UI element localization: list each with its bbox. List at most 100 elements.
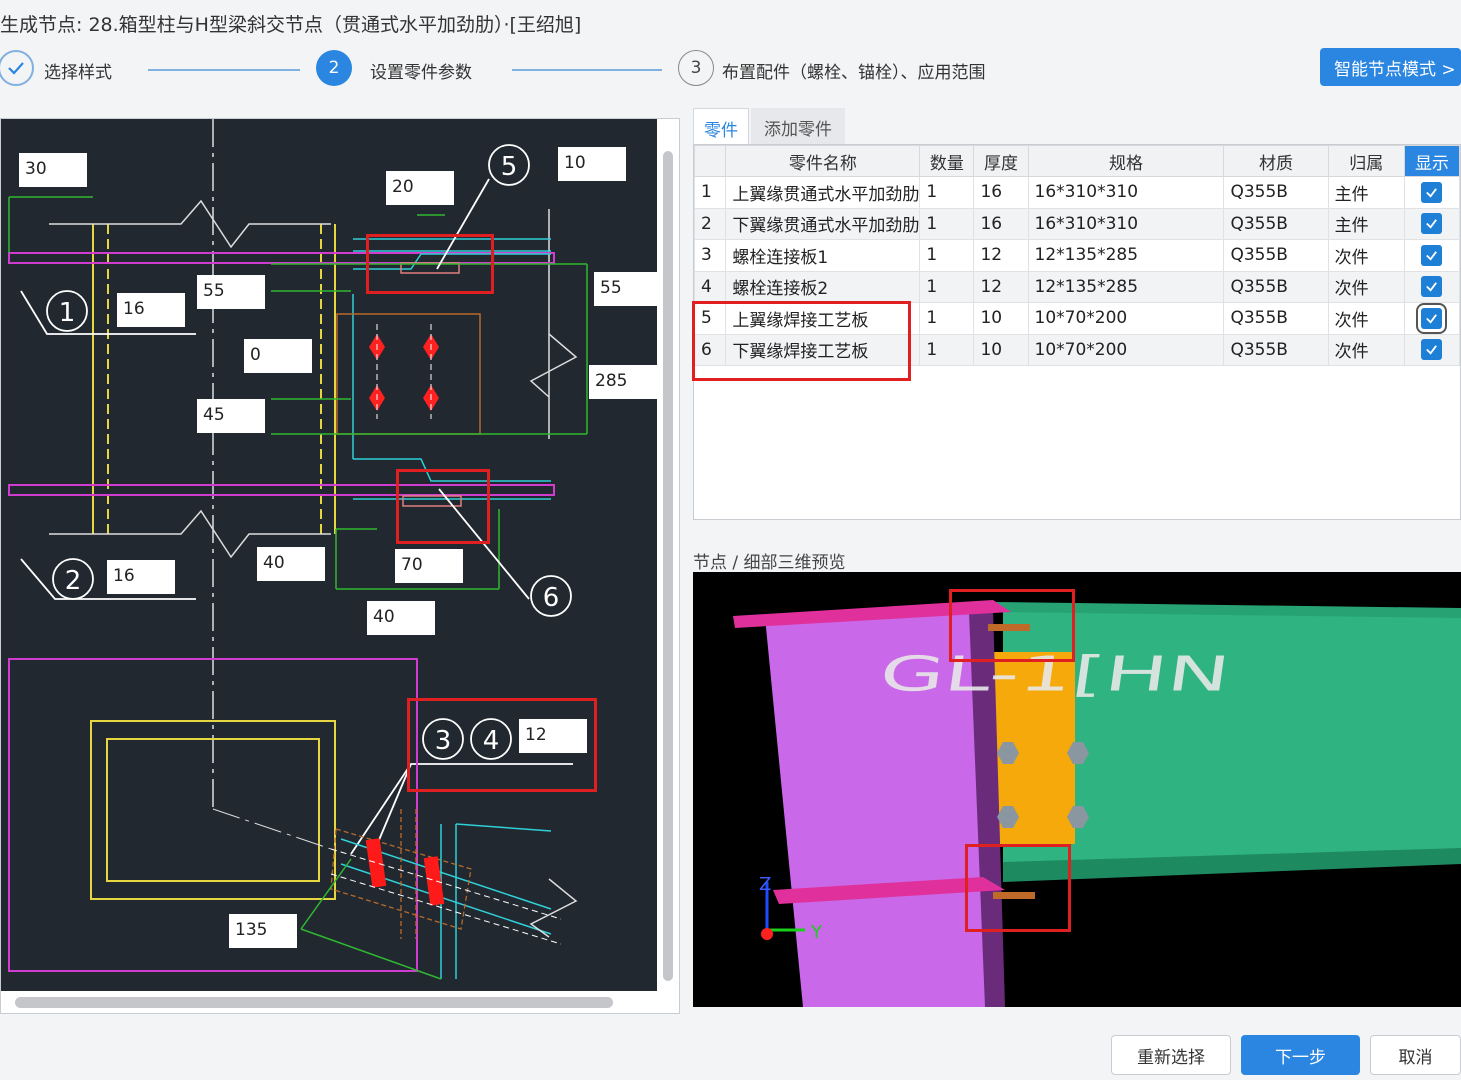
show-cell (1403, 302, 1460, 335)
table-row[interactable]: 1 上翼缘贯通式水平加劲肋 1 16 16*310*310 Q355B 主件 (694, 176, 1460, 209)
column-header-owner[interactable]: 归属 (1327, 145, 1405, 177)
dim-value-70[interactable]: 70 (395, 549, 463, 583)
spec-cell[interactable]: 12*135*285 (1027, 239, 1225, 272)
vertical-scrollbar[interactable] (663, 151, 673, 981)
part-name-cell[interactable]: 上翼缘贯通式水平加劲肋 (725, 176, 921, 209)
owner-cell[interactable]: 主件 (1327, 176, 1405, 209)
show-cell (1403, 239, 1460, 272)
step-2-number[interactable]: 2 (316, 50, 352, 86)
window-title: 生成节点: 28.箱型柱与H型梁斜交节点（贯通式水平加劲肋）·[王绍旭] (0, 14, 582, 36)
show-checkbox[interactable] (1421, 244, 1443, 266)
3d-preview-viewport[interactable]: GL-1[HN Z Y (693, 572, 1461, 1007)
column-header-name[interactable]: 零件名称 (725, 145, 921, 177)
wizard-steps: 选择样式 2 设置零件参数 3 布置配件（螺栓、锚栓）、应用范围 (0, 46, 1461, 96)
spec-cell[interactable]: 10*70*200 (1027, 333, 1225, 366)
dim-value-135[interactable]: 135 (229, 914, 297, 948)
dim-value-55-right[interactable]: 55 (594, 272, 657, 306)
thickness-cell[interactable]: 16 (973, 207, 1029, 240)
dim-value-55-left[interactable]: 55 (197, 275, 265, 309)
highlight-box-3d-top (949, 589, 1075, 662)
spec-cell[interactable]: 16*310*310 (1027, 207, 1225, 240)
material-cell[interactable]: Q355B (1223, 270, 1329, 303)
axis-z-label: Z (759, 874, 771, 895)
step-connector (148, 69, 300, 71)
dim-value-0[interactable]: 0 (244, 339, 312, 373)
dim-value-40-left[interactable]: 40 (257, 547, 325, 581)
table-row[interactable]: 4 螺栓连接板2 1 12 12*135*285 Q355B 次件 (694, 270, 1460, 303)
show-cell (1403, 176, 1460, 209)
step-2-label[interactable]: 设置零件参数 (370, 58, 472, 83)
column-header-spec[interactable]: 规格 (1027, 145, 1225, 177)
dim-value-30[interactable]: 30 (19, 153, 87, 187)
dim-value-16-top[interactable]: 16 (117, 293, 185, 327)
column-header-show[interactable]: 显示 (1403, 145, 1460, 177)
column-header-material[interactable]: 材质 (1223, 145, 1329, 177)
thickness-cell[interactable]: 16 (973, 176, 1029, 209)
spec-cell[interactable]: 12*135*285 (1027, 270, 1225, 303)
thickness-cell[interactable]: 10 (973, 302, 1029, 335)
thickness-cell[interactable]: 10 (973, 333, 1029, 366)
reselect-button[interactable]: 重新选择 (1111, 1035, 1231, 1075)
dim-value-10[interactable]: 10 (558, 147, 626, 181)
part-name-cell[interactable]: 螺栓连接板2 (725, 270, 921, 303)
owner-cell[interactable]: 次件 (1327, 239, 1405, 272)
horizontal-scrollbar[interactable] (15, 997, 613, 1008)
tab-parts[interactable]: 零件 (693, 108, 749, 144)
qty-cell[interactable]: 1 (919, 176, 975, 209)
highlight-box-part-6 (396, 469, 490, 544)
part-name-cell[interactable]: 下翼缘贯通式水平加劲肋 (725, 207, 921, 240)
table-row[interactable]: 2 下翼缘贯通式水平加劲肋 1 16 16*310*310 Q355B 主件 (694, 207, 1460, 240)
show-checkbox[interactable] (1416, 303, 1448, 334)
show-checkbox[interactable] (1421, 339, 1443, 361)
cad-canvas[interactable]: 1 2 3 4 5 6 30 20 10 55 16 55 0 45 285 4… (1, 119, 657, 991)
column-header-thickness[interactable]: 厚度 (973, 145, 1029, 177)
dim-value-45[interactable]: 45 (197, 399, 265, 433)
step-3-number[interactable]: 3 (678, 50, 714, 86)
highlight-box-3d-bottom (965, 844, 1071, 932)
dim-value-20[interactable]: 20 (386, 171, 454, 205)
thickness-cell[interactable]: 12 (973, 239, 1029, 272)
material-cell[interactable]: Q355B (1223, 302, 1329, 335)
owner-cell[interactable]: 次件 (1327, 333, 1405, 366)
qty-cell[interactable]: 1 (919, 302, 975, 335)
callout-1: 1 (59, 298, 76, 328)
table-row[interactable]: 3 螺栓连接板1 1 12 12*135*285 Q355B 次件 (694, 239, 1460, 272)
step-1-label[interactable]: 选择样式 (44, 58, 112, 83)
qty-cell[interactable]: 1 (919, 239, 975, 272)
step-1-check-icon[interactable] (0, 50, 34, 86)
qty-cell[interactable]: 1 (919, 270, 975, 303)
show-checkbox[interactable] (1421, 276, 1443, 298)
cancel-button[interactable]: 取消 (1370, 1035, 1461, 1075)
material-cell[interactable]: Q355B (1223, 207, 1329, 240)
owner-cell[interactable]: 主件 (1327, 207, 1405, 240)
tab-add-parts[interactable]: 添加零件 (751, 108, 845, 144)
column-header-qty[interactable]: 数量 (919, 145, 975, 177)
next-button[interactable]: 下一步 (1241, 1035, 1360, 1075)
highlight-box-part-5 (366, 234, 494, 294)
smart-node-mode-button[interactable]: 智能节点模式 > (1320, 48, 1461, 86)
row-index: 2 (694, 207, 727, 240)
callout-2: 2 (65, 566, 82, 596)
spec-cell[interactable]: 16*310*310 (1027, 176, 1225, 209)
highlight-box-part-3-4 (407, 698, 597, 792)
owner-cell[interactable]: 次件 (1327, 270, 1405, 303)
row-index: 1 (694, 176, 727, 209)
spec-cell[interactable]: 10*70*200 (1027, 302, 1225, 335)
material-cell[interactable]: Q355B (1223, 239, 1329, 272)
material-cell[interactable]: Q355B (1223, 333, 1329, 366)
material-cell[interactable]: Q355B (1223, 176, 1329, 209)
dim-value-40-bottom[interactable]: 40 (367, 601, 435, 635)
dim-value-16-bottom[interactable]: 16 (107, 560, 175, 594)
dim-value-285[interactable]: 285 (589, 365, 657, 399)
axis-y-label: Y (810, 922, 823, 943)
show-checkbox[interactable] (1421, 213, 1443, 235)
owner-cell[interactable]: 次件 (1327, 302, 1405, 335)
part-name-cell[interactable]: 螺栓连接板1 (725, 239, 921, 272)
step-3-label[interactable]: 布置配件（螺栓、锚栓）、应用范围 (722, 58, 986, 83)
qty-cell[interactable]: 1 (919, 207, 975, 240)
thickness-cell[interactable]: 12 (973, 270, 1029, 303)
cad-drawing: 1 2 3 4 5 6 (8, 119, 588, 980)
show-checkbox[interactable] (1421, 181, 1443, 203)
qty-cell[interactable]: 1 (919, 333, 975, 366)
callout-6: 6 (543, 583, 560, 613)
